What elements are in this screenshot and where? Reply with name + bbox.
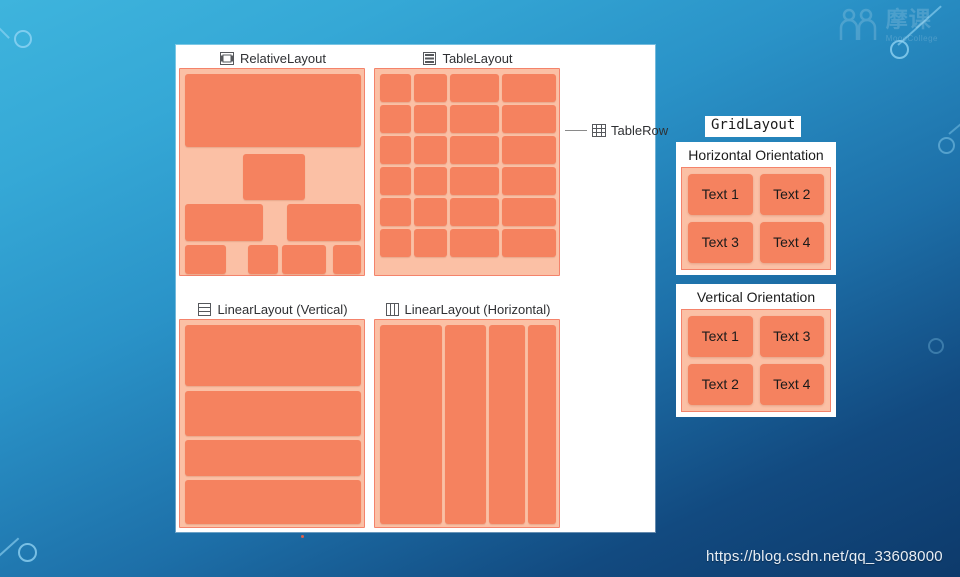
gridlayout-title: GridLayout <box>705 116 802 137</box>
table-cell-r5c2 <box>414 198 447 226</box>
relative-layout-label: RelativeLayout <box>240 50 326 66</box>
table-layout-label: TableLayout <box>442 50 513 66</box>
grid-cell-v-4: Text 4 <box>759 363 824 405</box>
table-cell-r4c3 <box>450 167 499 195</box>
table-cell-r1c2 <box>414 74 447 102</box>
table-cell-r2c3 <box>450 105 499 133</box>
deco-circle-top-left <box>14 30 32 48</box>
watermark-brand: 摩课 <box>885 7 932 32</box>
table-row-leader-line <box>565 130 587 131</box>
deco-circle-right-mid <box>938 137 955 154</box>
table-cell-r4c2 <box>414 167 447 195</box>
linear-v-cell-2 <box>185 391 361 436</box>
watermark-people-icon <box>839 8 877 40</box>
relative-cell-bottom-3 <box>282 245 326 274</box>
source-url-text: https://blog.csdn.net/qq_33608000 <box>706 548 943 565</box>
relative-cell-bottom-1 <box>185 245 226 274</box>
linear-layout-horizontal-icon <box>385 302 399 316</box>
table-cell-r2c2 <box>414 105 447 133</box>
table-row-icon <box>592 124 606 137</box>
table-cell-r5c1 <box>380 198 411 226</box>
gridlayout-panel-vertical: Vertical Orientation Text 1 Text 3 Text … <box>676 283 836 417</box>
gridlayout-vertical-cells: Text 1 Text 3 Text 2 Text 4 <box>681 308 831 412</box>
gridlayout-vertical-title: Vertical Orientation <box>696 288 816 305</box>
grid-cell-v-1: Text 1 <box>688 315 753 357</box>
linear-h-cell-2 <box>445 325 486 524</box>
relative-cell-left-mid <box>185 204 263 241</box>
deco-circle-right-lower <box>928 338 944 354</box>
screenshot-root: 摩课 MoocCollege RelativeLayout TableLayou… <box>0 0 960 577</box>
deco-circle-bottom-left <box>18 543 37 562</box>
linear-layout-vertical-icon <box>198 302 212 316</box>
relative-layout-title-row: RelativeLayout <box>178 48 368 68</box>
table-layout-block: TableLayout <box>373 48 563 276</box>
relative-layout-block: RelativeLayout <box>178 48 368 276</box>
table-cell-r3c4 <box>502 136 556 164</box>
table-cell-r4c1 <box>380 167 411 195</box>
table-row-callout: TableRow <box>565 123 668 138</box>
gridlayout-horizontal-cells: Text 1 Text 2 Text 3 Text 4 <box>681 166 831 270</box>
deco-line-top-right <box>897 5 942 46</box>
table-layout-icon <box>423 51 437 65</box>
grid-cell-v-3: Text 2 <box>688 363 753 405</box>
gridlayout-panel-horizontal: Horizontal Orientation Text 1 Text 2 Tex… <box>676 141 836 275</box>
table-cell-r3c3 <box>450 136 499 164</box>
relative-cell-bottom-2 <box>248 245 278 274</box>
table-cell-r6c2 <box>414 229 447 257</box>
diagram-panel: RelativeLayout TableLayout TableRow Line… <box>176 45 668 538</box>
linear-v-cell-4 <box>185 480 361 524</box>
grid-cell-h-2: Text 2 <box>759 173 824 215</box>
relative-cell-right-mid <box>287 204 361 241</box>
table-cell-r1c4 <box>502 74 556 102</box>
linear-layout-vertical-block: LinearLayout (Vertical) <box>178 299 368 528</box>
deco-circle-top-right <box>890 40 909 59</box>
linear-layout-horizontal-block: LinearLayout (Horizontal) <box>373 299 563 528</box>
gridlayout-horizontal-title: Horizontal Orientation <box>688 146 824 163</box>
table-cell-r1c1 <box>380 74 411 102</box>
relative-cell-header <box>185 74 361 147</box>
deco-line-top-left <box>0 6 10 39</box>
table-cell-r6c4 <box>502 229 556 257</box>
table-cell-r2c4 <box>502 105 556 133</box>
linear-layout-horizontal-title-row: LinearLayout (Horizontal) <box>373 299 563 319</box>
linear-v-cell-3 <box>185 440 361 476</box>
table-layout-title-row: TableLayout <box>373 48 563 68</box>
grid-cell-h-1: Text 1 <box>688 173 753 215</box>
table-cell-r6c3 <box>450 229 499 257</box>
relative-layout-icon <box>220 51 234 65</box>
table-cell-r4c4 <box>502 167 556 195</box>
linear-layout-vertical-container <box>179 319 365 528</box>
table-cell-r1c3 <box>450 74 499 102</box>
grid-cell-v-2: Text 3 <box>759 315 824 357</box>
linear-layout-horizontal-label: LinearLayout (Horizontal) <box>404 301 551 317</box>
relative-layout-container <box>179 68 365 276</box>
linear-h-cell-4 <box>528 325 556 524</box>
linear-layout-vertical-title-row: LinearLayout (Vertical) <box>178 299 368 319</box>
linear-h-cell-1 <box>380 325 442 524</box>
table-cell-r2c1 <box>380 105 411 133</box>
watermark: 摩课 MoocCollege <box>838 8 938 44</box>
linear-v-cell-1 <box>185 325 361 386</box>
watermark-text-group: 摩课 MoocCollege <box>885 7 938 44</box>
deco-line-right-mid <box>948 116 960 135</box>
table-cell-r3c1 <box>380 136 411 164</box>
table-cell-r5c4 <box>502 198 556 226</box>
table-cell-r3c2 <box>414 136 447 164</box>
linear-h-cell-3 <box>489 325 525 524</box>
table-cell-r5c3 <box>450 198 499 226</box>
panel-marker-dot <box>301 535 304 538</box>
relative-cell-bottom-4 <box>333 245 361 274</box>
grid-cell-h-3: Text 3 <box>688 221 753 263</box>
grid-cell-h-4: Text 4 <box>759 221 824 263</box>
gridlayout-area: GridLayout Horizontal Orientation Text 1… <box>676 116 836 417</box>
relative-cell-center <box>243 154 305 200</box>
linear-layout-vertical-label: LinearLayout (Vertical) <box>217 301 348 317</box>
deco-line-bottom-left <box>0 537 20 574</box>
table-layout-container <box>374 68 560 276</box>
watermark-subtitle: MoocCollege <box>885 34 938 43</box>
table-cell-r6c1 <box>380 229 411 257</box>
linear-layout-horizontal-container <box>374 319 560 528</box>
table-row-label: TableRow <box>611 123 669 138</box>
